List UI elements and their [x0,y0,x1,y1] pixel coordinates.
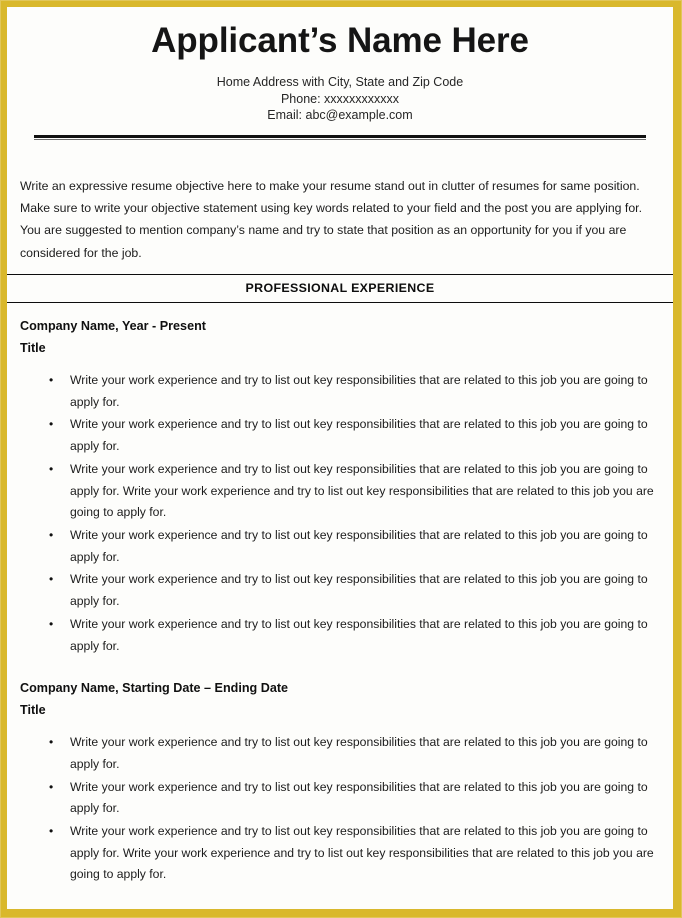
list-item-text: Write your work experience and try to li… [70,823,654,882]
section-title: PROFESSIONAL EXPERIENCE [245,281,435,296]
experience-entry: Company Name, Year - Present Title • Wri… [7,303,673,657]
section-header-professional-experience: PROFESSIONAL EXPERIENCE [7,274,673,304]
job-title: Title [20,341,46,356]
list-item-text: Write your work experience and try to li… [70,417,648,454]
contact-phone: Phone: xxxxxxxxxxxx [280,91,400,106]
bullet-icon: • [49,528,54,542]
resume-header: Applicant’s Name Here Home Address with … [7,7,673,141]
contact-email: Email: abc@example.com [267,108,413,123]
bullet-icon: • [49,417,54,432]
bullet-icon: • [49,461,54,476]
resume-page: Applicant’s Name Here Home Address with … [7,7,673,909]
bullet-icon: • [49,823,54,838]
contact-address: Home Address with City, State and Zip Co… [216,75,464,90]
experience-entry: Company Name, Starting Date – Ending Dat… [7,658,673,886]
bullet-icon: • [49,616,54,631]
responsibility-list: • Write your work experience and try to … [20,732,663,886]
experience-list: Company Name, Year - Present Title • Wri… [7,303,673,886]
contact-info: Home Address with City, State and Zip Co… [7,74,673,124]
list-item: • Write your work experience and try to … [20,614,663,657]
bullet-icon: • [49,735,54,750]
list-item: • Write your work experience and try to … [20,732,663,775]
list-item-text: Write your work experience and try to li… [70,461,654,520]
job-title: Title [20,703,46,718]
bullet-icon: • [49,372,54,387]
list-item: • Write your work experience and try to … [20,459,663,524]
list-item: • Write your work experience and try to … [20,569,663,612]
list-item: • Write your work experience and try to … [20,414,663,457]
list-item: • Write your work experience and try to … [20,777,663,820]
list-item-text: Write your work experience and try to li… [70,572,648,609]
list-item-text: Write your work experience and try to li… [70,372,648,409]
page-title: Applicant’s Name Here [151,21,529,60]
list-item-text: Write your work experience and try to li… [70,528,648,564]
list-item: • Write your work experience and try to … [20,821,663,886]
list-item-text: Write your work experience and try to li… [70,616,648,653]
list-item-text: Write your work experience and try to li… [70,735,648,771]
list-item-text: Write your work experience and try to li… [70,779,648,816]
responsibility-list: • Write your work experience and try to … [20,370,663,657]
objective-paragraph: Write an expressive resume objective her… [20,178,643,260]
page-frame: Applicant’s Name Here Home Address with … [0,0,682,918]
bullet-icon: • [49,572,54,587]
list-item: • Write your work experience and try to … [20,370,663,413]
list-item: • Write your work experience and try to … [20,525,663,568]
bullet-icon: • [49,779,54,794]
job-company: Company Name, Starting Date – Ending Dat… [20,681,289,696]
job-company: Company Name, Year - Present [20,319,206,334]
